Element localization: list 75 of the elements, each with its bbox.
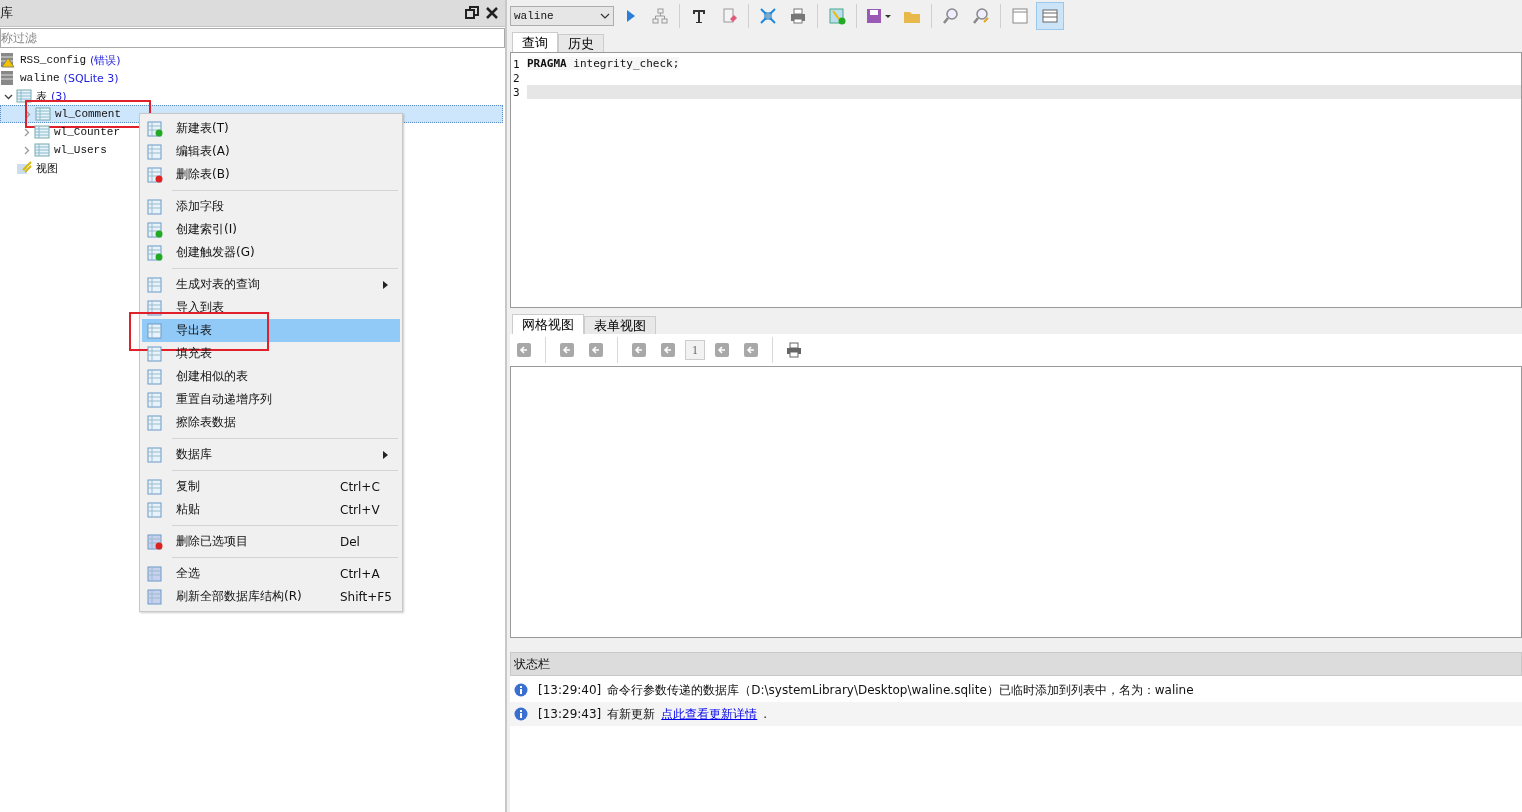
printer-icon[interactable] (786, 342, 802, 358)
message-text: 命令行参数传递的数据库（D:\systemLibrary\Desktop\waline.sqlite）已临时添加到列表中，名为：waline (607, 681, 1194, 699)
menu-item[interactable]: 删除已选项目 Del (142, 530, 400, 553)
tree-item[interactable]: 视图 (36, 160, 58, 176)
menu-item[interactable]: 删除表(B) (142, 163, 400, 186)
tree-item-tag: (SQLite 3) (63, 71, 119, 85)
line-number: 3 (512, 85, 521, 99)
sheet-add-icon (828, 7, 846, 25)
tab[interactable]: 查询 (512, 32, 558, 52)
table-icon (34, 124, 50, 140)
menu-item[interactable]: 全选 Ctrl+A (142, 562, 400, 585)
message-time: [13:29:40] (538, 683, 602, 697)
split-window-icon (1041, 7, 1059, 25)
table-icon (35, 106, 51, 122)
code-editor[interactable]: 1 PRAGMA integrity_check; 2 3 (510, 52, 1522, 308)
tables-icon (16, 88, 32, 104)
page-field[interactable]: 1 (685, 340, 705, 360)
menu-item[interactable]: 粘贴 Ctrl+V (142, 498, 400, 521)
tree-item[interactable]: wl_Counter (54, 126, 120, 138)
tree-item[interactable]: RSS_config (20, 54, 86, 66)
eraser-icon (720, 7, 738, 25)
tab[interactable]: 表单视图 (584, 316, 656, 334)
update-link[interactable]: 点此查看更新详情 (661, 705, 758, 723)
tree-item[interactable]: wl_Comment (55, 108, 121, 120)
arrows-icon (759, 7, 777, 25)
table-icon (34, 142, 50, 158)
database-dropdown[interactable]: waline (510, 6, 614, 26)
search-pencil-icon (972, 7, 990, 25)
views-icon (16, 160, 32, 176)
text-icon (690, 7, 708, 25)
menu-item[interactable]: 数据库 (142, 443, 400, 466)
menu-item[interactable]: 添加字段 (142, 195, 400, 218)
search-icon (942, 7, 960, 25)
delete-icon (147, 533, 163, 550)
menu-item[interactable]: 编辑表(A) (142, 140, 400, 163)
menu-item[interactable]: 新建表(T) (142, 117, 400, 140)
menu-item[interactable]: 创建触发器(G) (142, 241, 400, 264)
line-number: 1 (512, 57, 521, 71)
message-time: [13:29:43] (538, 707, 602, 721)
tree-item-tag: (错误) (90, 52, 121, 68)
table-delete-icon (147, 166, 163, 183)
message-text: 有新更新 (607, 705, 656, 723)
split-window-button[interactable] (1036, 2, 1064, 30)
line-number: 2 (512, 71, 521, 85)
window-icon (1011, 7, 1029, 25)
table-add-icon (147, 120, 163, 137)
tree-item[interactable]: waline (20, 72, 60, 84)
table-edit-icon (147, 143, 163, 160)
menu-item[interactable]: 创建相似的表 (142, 365, 400, 388)
first-page-icon[interactable] (631, 342, 647, 358)
menu-item[interactable]: 复制 Ctrl+C (142, 475, 400, 498)
info-icon (514, 707, 528, 721)
tree-item[interactable]: wl_Users (54, 144, 107, 156)
menu-item[interactable]: 创建索引(I) (142, 218, 400, 241)
info-icon (514, 683, 528, 697)
tables-icon (147, 368, 163, 385)
menu-item[interactable]: 导出表 (142, 319, 400, 342)
printer-icon (789, 7, 807, 25)
status-bar-title: 状态栏 (514, 655, 550, 673)
hierarchy-icon (651, 7, 669, 25)
restore-icon[interactable] (465, 6, 479, 20)
menu-item[interactable]: 擦除表数据 (142, 411, 400, 434)
chevron-down-icon (600, 13, 610, 19)
message-text: . (763, 707, 768, 721)
panel-title: 库 (0, 4, 13, 22)
tab[interactable]: 网格视图 (512, 314, 584, 334)
filter-field[interactable]: 称过滤 (0, 28, 505, 48)
tab[interactable]: 历史 (558, 34, 604, 52)
floppy-icon (865, 7, 893, 25)
warning-database-icon (0, 52, 16, 68)
menu-item[interactable]: 重置自动递增序列 (142, 388, 400, 411)
menu-item[interactable]: 刷新全部数据库结构(R) Shift+F5 (142, 585, 400, 608)
close-icon[interactable] (485, 6, 499, 20)
previous-page-icon[interactable] (660, 342, 676, 358)
menu-item[interactable]: 生成对表的查询 (142, 273, 400, 296)
